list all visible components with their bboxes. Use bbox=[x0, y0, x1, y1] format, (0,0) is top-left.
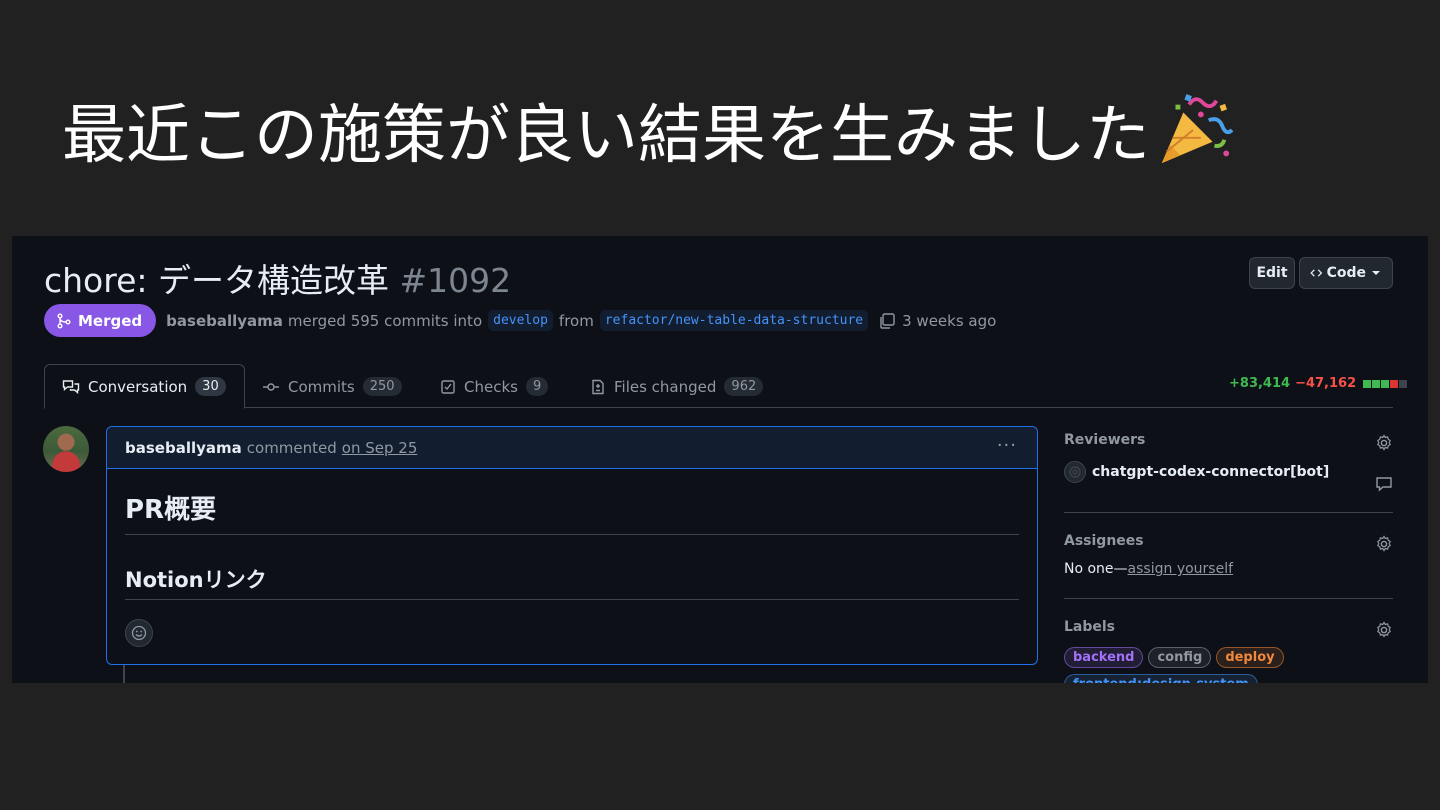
from-text: from bbox=[558, 311, 594, 330]
comment-heading: PR概要 bbox=[125, 495, 217, 525]
pr-author-link[interactable]: baseballyama bbox=[166, 312, 283, 330]
comment-subheading: Notionリンク bbox=[125, 568, 267, 592]
pr-status-row: Merged baseballyama merged 595 commits i… bbox=[44, 304, 996, 337]
assignee-none: No one— bbox=[1064, 561, 1128, 577]
comment-action: commented bbox=[246, 438, 337, 457]
gear-icon[interactable] bbox=[1375, 535, 1393, 553]
merge-time: 3 weeks ago bbox=[902, 311, 997, 330]
tab-counter: 9 bbox=[525, 377, 549, 396]
pr-tabs: Conversation 30 Commits 250 Checks 9 Fil… bbox=[44, 364, 1393, 409]
pr-title-text: chore: データ構造改革 bbox=[44, 261, 390, 300]
comment-icon bbox=[1376, 477, 1392, 492]
tab-commits[interactable]: Commits 250 bbox=[262, 364, 402, 409]
conversation-icon bbox=[62, 379, 80, 394]
deletions-count: −47,162 bbox=[1295, 376, 1357, 391]
diffstat: +83,414 −47,162 bbox=[1229, 376, 1408, 391]
label-chip[interactable]: deploy bbox=[1216, 647, 1284, 668]
tab-label: Commits bbox=[288, 377, 355, 396]
label-chip[interactable]: frontend:design-system bbox=[1064, 674, 1258, 683]
code-icon bbox=[1310, 269, 1323, 277]
tab-counter: 250 bbox=[362, 377, 402, 396]
heading-divider bbox=[125, 534, 1019, 535]
tab-label: Conversation bbox=[88, 377, 188, 396]
tab-files-changed[interactable]: Files changed 962 bbox=[590, 364, 764, 409]
reviewer-name: chatgpt-codex-connector[bot] bbox=[1092, 464, 1330, 480]
assign-yourself-link[interactable]: assign yourself bbox=[1128, 561, 1233, 577]
add-reaction-button[interactable] bbox=[125, 619, 153, 647]
slide-title-text: 最近この施策が良い結果を生みました bbox=[62, 99, 1150, 173]
comment-box: baseballyama commented on Sep 25 ··· PR概… bbox=[106, 426, 1038, 665]
comment-author[interactable]: baseballyama bbox=[125, 439, 242, 457]
reviewer-item[interactable]: chatgpt-codex-connector[bot] bbox=[1064, 461, 1393, 483]
merged-badge: Merged bbox=[44, 304, 157, 337]
checks-icon bbox=[441, 379, 455, 394]
more-options-icon[interactable]: ··· bbox=[997, 435, 1017, 456]
comment-date[interactable]: on Sep 25 bbox=[342, 439, 418, 457]
assignee-text: No one—assign yourself bbox=[1064, 561, 1393, 577]
commit-icon bbox=[263, 382, 279, 391]
edit-button-label: Edit bbox=[1256, 265, 1288, 281]
merge-icon bbox=[57, 313, 71, 328]
copy-icon[interactable] bbox=[878, 312, 896, 330]
sidebar: Reviewers chatgpt-codex-connector[bot] A… bbox=[1064, 432, 1393, 683]
file-diff-icon bbox=[592, 379, 604, 394]
tab-counter: 30 bbox=[195, 377, 226, 396]
avatar[interactable] bbox=[43, 426, 89, 472]
party-popper-icon bbox=[1161, 94, 1234, 164]
additions-count: +83,414 bbox=[1229, 376, 1291, 391]
timeline-line bbox=[123, 665, 125, 683]
tab-checks[interactable]: Checks 9 bbox=[440, 364, 549, 409]
tab-counter: 962 bbox=[724, 377, 764, 396]
base-branch[interactable]: develop bbox=[488, 310, 553, 331]
labels-title: Labels bbox=[1064, 619, 1116, 635]
pr-number: #1092 bbox=[399, 261, 512, 300]
merged-badge-label: Merged bbox=[78, 311, 143, 330]
reviewers-section: Reviewers chatgpt-codex-connector[bot] bbox=[1064, 432, 1393, 513]
assignees-section: Assignees No one—assign yourself bbox=[1064, 513, 1393, 599]
label-chip[interactable]: config bbox=[1148, 647, 1212, 668]
chevron-down-icon bbox=[1370, 267, 1382, 279]
code-button[interactable]: Code bbox=[1299, 257, 1393, 289]
labels-section: Labels backendconfigdeploy frontend:desig… bbox=[1064, 599, 1393, 683]
edit-button[interactable]: Edit bbox=[1249, 257, 1295, 289]
bot-avatar bbox=[1064, 461, 1086, 483]
gear-icon[interactable] bbox=[1375, 434, 1393, 452]
tab-label: Files changed bbox=[614, 377, 717, 396]
labels-list: backendconfigdeploy frontend:design-syste… bbox=[1064, 647, 1384, 683]
diffstat-blocks bbox=[1363, 379, 1408, 388]
label-chip[interactable]: backend bbox=[1064, 647, 1144, 668]
pr-title: chore: データ構造改革 #1092 bbox=[44, 254, 511, 302]
tab-conversation[interactable]: Conversation 30 bbox=[44, 364, 245, 409]
pr-screenshot: chore: データ構造改革 #1092 Edit Code Merged ba… bbox=[12, 236, 1428, 683]
tab-label: Checks bbox=[464, 377, 518, 396]
slide-title: 最近この施策が良い結果を生みました bbox=[62, 84, 1234, 176]
gear-icon[interactable] bbox=[1375, 621, 1393, 639]
head-branch[interactable]: refactor/new-table-data-structure bbox=[599, 310, 869, 331]
subheading-divider bbox=[125, 599, 1019, 600]
comment-header: baseballyama commented on Sep 25 bbox=[107, 427, 1037, 469]
smiley-icon bbox=[131, 625, 147, 641]
code-button-label: Code bbox=[1326, 265, 1366, 281]
reviewers-title: Reviewers bbox=[1064, 432, 1146, 448]
assignees-title: Assignees bbox=[1064, 533, 1144, 549]
merge-text: merged 595 commits into bbox=[287, 311, 483, 330]
